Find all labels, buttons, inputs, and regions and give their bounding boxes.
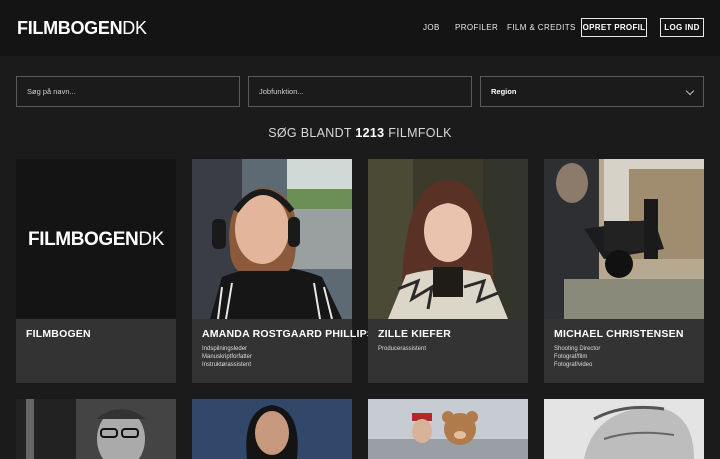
name-search-input[interactable]: Søg på navn...: [16, 76, 240, 107]
nav-link-profiler[interactable]: PROFILER: [455, 22, 498, 34]
role-text: Fotograf/film: [554, 354, 588, 360]
profile-name: ZILLE KIEFER: [378, 328, 451, 340]
role-text: Manuskriptforfatter: [202, 354, 253, 360]
profile-photo: [192, 399, 352, 459]
profile-photo: [368, 399, 528, 459]
profile-roles: Producerassistent: [378, 345, 426, 353]
role-text: Instruktørassistent: [202, 362, 252, 368]
profile-card[interactable]: AMANDA ROSTGAARD PHILLIPSEN Indspilnings…: [192, 159, 389, 383]
profile-photo: [368, 159, 528, 319]
role-text: Shooting Director: [554, 346, 601, 352]
profile-photo: [16, 399, 176, 459]
profile-photo: [544, 159, 704, 319]
profile-name: AMANDA ROSTGAARD PHILLIPSEN: [202, 328, 390, 340]
profile-card[interactable]: FILMBOGENDK FILMBOGEN: [16, 159, 176, 383]
profile-photo: FILMBOGENDK: [16, 159, 176, 319]
role-text: Fotograf/video: [554, 362, 593, 368]
profile-card-partial[interactable]: [544, 399, 704, 459]
profile-roles: Indspilningsleder Manuskriptforfatter In…: [202, 345, 252, 369]
profile-card-partial[interactable]: [16, 399, 176, 459]
nav-link-film-credits[interactable]: FILM & CREDITS: [507, 22, 576, 34]
login-button[interactable]: LOG IND: [660, 18, 704, 37]
region-select[interactable]: Region: [480, 76, 704, 107]
profile-card-partial[interactable]: [368, 399, 528, 459]
nav-link-job[interactable]: JOB: [423, 22, 440, 34]
profile-photo: [192, 159, 352, 319]
job-function-input[interactable]: Jobfunktion...: [248, 76, 472, 107]
profile-card[interactable]: ZILLE KIEFER Producerassistent: [368, 159, 528, 383]
role-text: Producerassistent: [378, 346, 427, 352]
filmbogen-logo: FILMBOGENDK: [27, 229, 164, 250]
profile-photo: [544, 399, 704, 459]
role-text: Indspilningsleder: [202, 346, 248, 352]
profile-name: MICHAEL CHRISTENSEN: [554, 328, 684, 340]
profile-card[interactable]: MICHAEL CHRISTENSEN Shooting Director Fo…: [544, 159, 704, 383]
top-navbar: FILMBOGENDK JOB PROFILER FILM & CREDITS …: [0, 0, 720, 56]
chevron-down-icon: [685, 86, 695, 96]
region-select-label: Region: [491, 87, 517, 96]
profile-card-partial[interactable]: [192, 399, 352, 459]
profile-roles: Shooting Director Fotograf/film Fotograf…: [554, 345, 600, 369]
create-profile-button[interactable]: OPRET PROFIL: [581, 18, 647, 37]
profile-name: FILMBOGEN: [26, 328, 91, 340]
profile-count: SØG BLANDT 1213 FILMFOLK: [268, 126, 452, 140]
site-logo[interactable]: FILMBOGENDK: [17, 18, 147, 38]
